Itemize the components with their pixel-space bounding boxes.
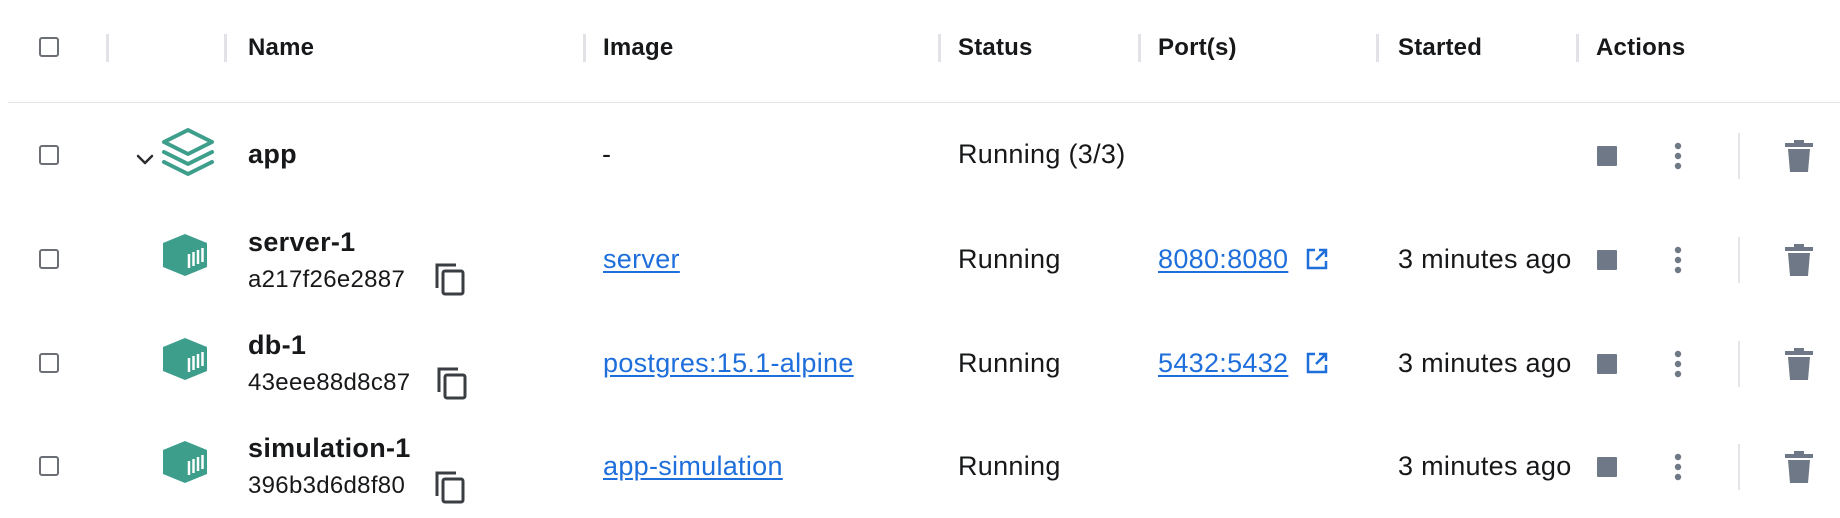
trash-icon[interactable] (1784, 243, 1814, 277)
column-separator[interactable] (1576, 34, 1579, 62)
column-header-name[interactable]: Name (248, 34, 314, 62)
column-separator[interactable] (1138, 34, 1141, 62)
started-time: 3 minutes ago (1398, 244, 1572, 274)
image-link[interactable]: app-simulation (603, 450, 783, 482)
copy-icon[interactable] (436, 366, 468, 400)
select-all-checkbox[interactable] (39, 37, 59, 57)
stop-icon[interactable] (1597, 146, 1617, 166)
column-separator[interactable] (1376, 34, 1379, 62)
divider (1738, 444, 1740, 490)
column-separator[interactable] (938, 34, 941, 62)
more-options-icon[interactable] (1666, 138, 1690, 174)
row-checkbox[interactable] (39, 249, 59, 269)
row-checkbox[interactable] (39, 456, 59, 476)
container-id: 396b3d6d8f80 (248, 472, 406, 499)
trash-icon[interactable] (1784, 139, 1814, 173)
trash-icon[interactable] (1784, 450, 1814, 484)
column-separator[interactable] (106, 34, 109, 62)
row-checkbox[interactable] (39, 145, 59, 165)
stop-icon[interactable] (1597, 250, 1617, 270)
image-link[interactable]: postgres:15.1-alpine (603, 347, 854, 379)
port-link[interactable]: 5432:5432 (1158, 347, 1288, 379)
column-header-image[interactable]: Image (603, 34, 673, 62)
container-icon (163, 441, 207, 483)
container-status: Running (958, 244, 1061, 274)
container-id: 43eee88d8c87 (248, 369, 411, 396)
container-icon (163, 338, 207, 380)
column-header-ports[interactable]: Port(s) (1158, 34, 1237, 62)
column-header-started[interactable]: Started (1398, 34, 1482, 62)
started-time: 3 minutes ago (1398, 348, 1572, 378)
group-row-app[interactable]: app - Running (3/3) (0, 104, 1840, 208)
divider (1738, 237, 1740, 283)
row-checkbox[interactable] (39, 353, 59, 373)
image-link[interactable]: server (603, 243, 680, 275)
container-id: a217f26e2887 (248, 266, 406, 293)
group-name[interactable]: app (248, 138, 297, 170)
stop-icon[interactable] (1597, 354, 1617, 374)
stop-icon[interactable] (1597, 457, 1617, 477)
container-icon (163, 234, 207, 276)
table-row[interactable]: simulation-1 396b3d6d8f80 app-simulation… (0, 414, 1840, 518)
external-link-icon[interactable] (1305, 247, 1329, 271)
container-status: Running (958, 348, 1061, 378)
container-name[interactable]: simulation-1 (248, 432, 411, 464)
external-link-icon[interactable] (1305, 351, 1329, 375)
table-row[interactable]: db-1 43eee88d8c87 postgres:15.1-alpine R… (0, 312, 1840, 416)
container-status: Running (958, 451, 1061, 481)
stack-icon (162, 128, 214, 176)
column-header-actions: Actions (1596, 34, 1686, 61)
port-link[interactable]: 8080:8080 (1158, 243, 1288, 275)
copy-icon[interactable] (434, 262, 466, 296)
copy-icon[interactable] (434, 470, 466, 504)
trash-icon[interactable] (1784, 347, 1814, 381)
table-header: Name Image Status Port(s) Started Action… (8, 0, 1840, 103)
column-header-status[interactable]: Status (958, 34, 1033, 62)
more-options-icon[interactable] (1666, 449, 1690, 485)
group-image: - (602, 139, 612, 169)
container-name[interactable]: db-1 (248, 329, 306, 361)
container-name[interactable]: server-1 (248, 226, 356, 258)
group-status: Running (3/3) (958, 139, 1126, 169)
column-separator[interactable] (224, 34, 227, 62)
divider (1738, 341, 1740, 387)
divider (1738, 133, 1740, 179)
more-options-icon[interactable] (1666, 346, 1690, 382)
table-row[interactable]: server-1 a217f26e2887 server Running 808… (0, 208, 1840, 312)
chevron-down-icon[interactable] (134, 148, 156, 170)
column-separator[interactable] (583, 34, 586, 62)
started-time: 3 minutes ago (1398, 451, 1572, 481)
more-options-icon[interactable] (1666, 242, 1690, 278)
